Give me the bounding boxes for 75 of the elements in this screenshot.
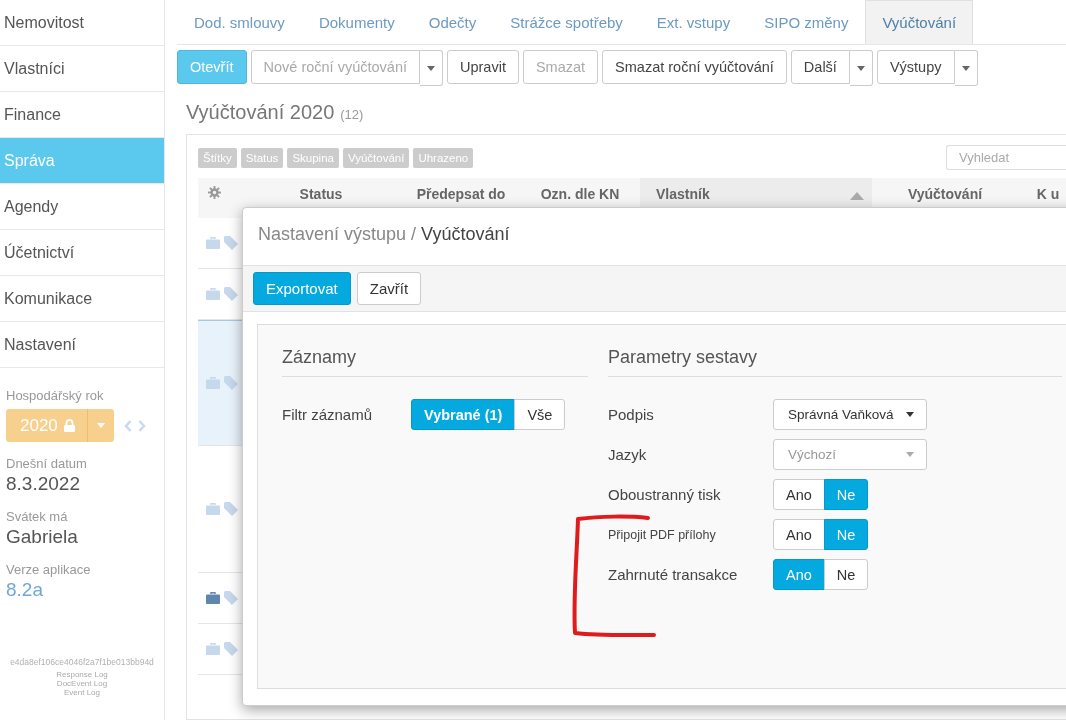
caret-icon xyxy=(961,65,970,71)
dropdown-button[interactable] xyxy=(420,50,443,86)
tab[interactable]: Odečty xyxy=(411,0,494,44)
sidebar-item[interactable]: Účetnictví xyxy=(0,230,164,276)
log-link[interactable]: Event Log xyxy=(64,688,100,697)
toggle-option[interactable]: Ano xyxy=(773,559,825,590)
toolbar-button[interactable]: Výstupy xyxy=(876,50,955,84)
export-button[interactable]: Exportovat xyxy=(253,272,351,305)
next-icon[interactable] xyxy=(137,419,146,432)
briefcase-icon[interactable] xyxy=(206,592,220,604)
tab[interactable]: Strážce spotřeby xyxy=(493,0,640,44)
field-label: Zahrnuté transakce xyxy=(608,566,739,583)
tag-icon[interactable] xyxy=(224,236,238,250)
select-field[interactable]: Správná Vaňková xyxy=(773,399,927,430)
field-label: Hospodářský rok xyxy=(6,388,105,403)
caret-icon xyxy=(427,65,435,71)
tab[interactable]: Vyúčtování xyxy=(865,0,974,44)
tag-icon[interactable] xyxy=(224,591,238,605)
toggle-option[interactable]: Vše xyxy=(514,399,566,430)
caret-icon xyxy=(856,65,865,71)
tag-icon[interactable] xyxy=(224,642,238,656)
log-link[interactable]: DocEvent Log xyxy=(56,679,108,688)
field-label: Filtr záznamů xyxy=(282,406,374,423)
toggle-option[interactable]: Ano xyxy=(773,479,825,510)
log-link[interactable]: Response Log xyxy=(56,670,108,679)
sidebar-item[interactable]: Správa xyxy=(0,138,164,184)
tag-icon[interactable] xyxy=(224,376,238,390)
toolbar-button[interactable]: Upravit xyxy=(447,50,519,84)
field-value: Gabriela xyxy=(6,526,79,548)
tab[interactable]: Dokumenty xyxy=(301,0,412,44)
build-hash: e4da8ef106ce4046f2a7f1be013bb94d xyxy=(10,657,154,667)
tab[interactable]: Dod. smlouvy xyxy=(177,0,302,44)
dropdown-button[interactable] xyxy=(954,50,978,86)
field-label: Verze aplikace xyxy=(6,562,92,577)
sidebar-item[interactable]: Vlastníci xyxy=(0,46,164,92)
caret-icon xyxy=(906,452,914,457)
section-title: Parametry sestavy xyxy=(608,325,1062,377)
field-label: Jazyk xyxy=(608,446,648,463)
field-label: Podpis xyxy=(608,406,655,423)
tag-icon[interactable] xyxy=(224,502,238,516)
page-title: Vyúčtování 2020 xyxy=(186,101,335,124)
settings-icon[interactable] xyxy=(208,186,221,199)
field-value: 8.3.2022 xyxy=(6,473,81,495)
field-label: Oboustranný tisk xyxy=(608,486,722,503)
dialog-title: Vyúčtování xyxy=(421,224,510,245)
sidebar-item[interactable]: Komunikace xyxy=(0,276,164,322)
record-count: (12) xyxy=(340,107,364,122)
sort-icon xyxy=(850,192,864,200)
dropdown-button[interactable] xyxy=(849,50,873,86)
tab[interactable]: SIPO změny xyxy=(747,0,866,44)
sidebar-item[interactable]: Nemovitost xyxy=(0,0,164,46)
tag-icon[interactable] xyxy=(224,287,238,301)
toggle-option[interactable]: Ne xyxy=(823,479,869,510)
field-label: Svátek má xyxy=(6,509,69,524)
field-label: Dnešní datum xyxy=(6,456,88,471)
sidebar-item[interactable]: Nastavení xyxy=(0,322,164,368)
toggle-option[interactable]: Vybrané (1) xyxy=(411,399,516,430)
field-label: Připojit PDF přílohy xyxy=(608,527,717,542)
caret-icon xyxy=(906,412,914,417)
caret-icon xyxy=(96,423,105,428)
dialog-breadcrumb: Nastavení výstupu / xyxy=(258,224,417,245)
sidebar-item[interactable]: Agendy xyxy=(0,184,164,230)
toolbar-button[interactable]: Smazat roční vyúčtování xyxy=(602,50,787,84)
previous-icon[interactable] xyxy=(123,419,132,432)
toolbar-button[interactable]: Další xyxy=(790,50,850,84)
search-field[interactable]: Vyhledat xyxy=(946,145,1066,170)
toggle-option[interactable]: Ne xyxy=(823,519,869,550)
toolbar-button[interactable]: Otevřít xyxy=(177,50,247,84)
tab[interactable]: Ext. vstupy xyxy=(639,0,748,44)
toggle-option[interactable]: Ne xyxy=(823,559,869,590)
section-title: Záznamy xyxy=(282,325,588,377)
toggle-option[interactable]: Ano xyxy=(773,519,825,550)
version-link[interactable]: 8.2a xyxy=(6,579,158,601)
close-button[interactable]: Zavřít xyxy=(356,272,422,305)
select-field[interactable]: Výchozí xyxy=(773,439,927,470)
